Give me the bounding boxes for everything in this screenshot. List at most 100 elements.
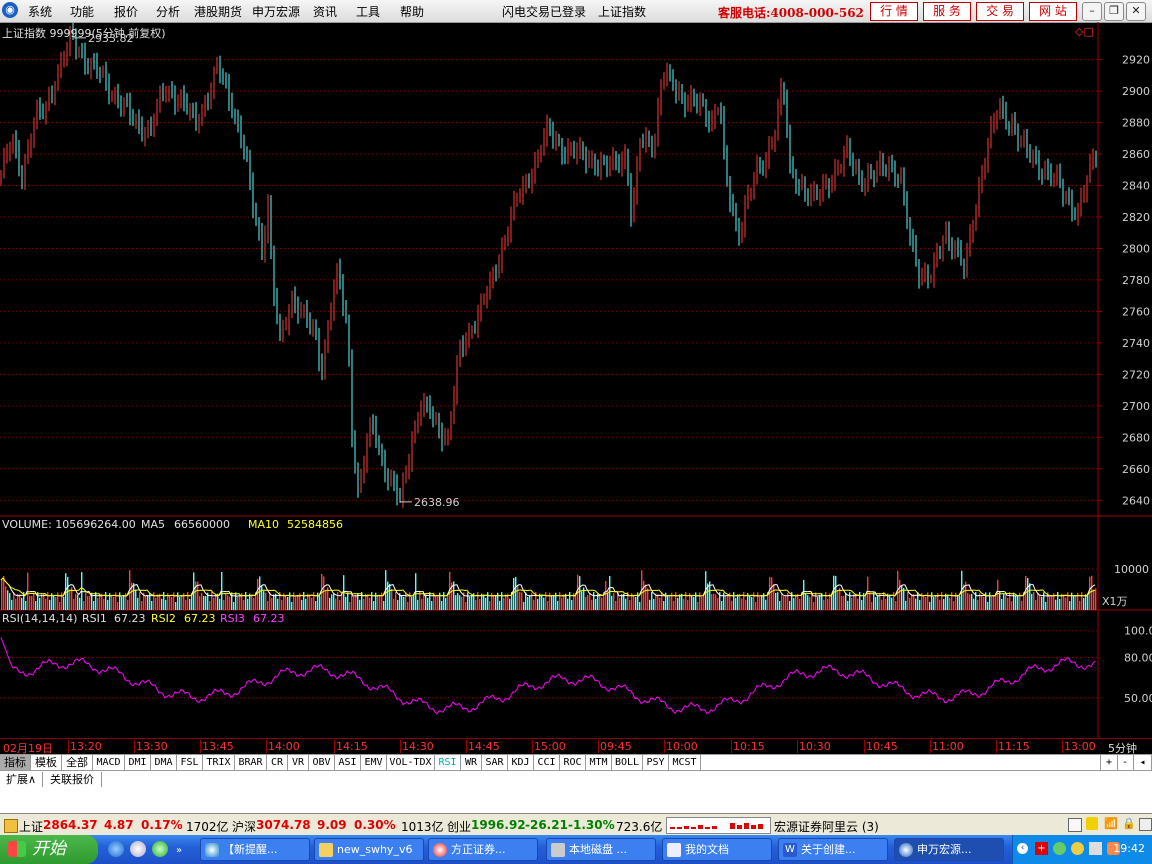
menu-tools[interactable]: 工具 xyxy=(356,3,380,20)
tray-volume-icon[interactable] xyxy=(1089,842,1102,855)
minimize-icon[interactable]: – xyxy=(1082,2,1102,21)
tab-cci[interactable]: CCI xyxy=(534,755,560,770)
menu-help[interactable]: 帮助 xyxy=(400,3,424,20)
chrome-icon[interactable] xyxy=(130,841,146,857)
tab-vr[interactable]: VR xyxy=(288,755,309,770)
ie-icon[interactable] xyxy=(108,841,124,857)
tab-kdj[interactable]: KDJ xyxy=(508,755,534,770)
volume-bar xyxy=(765,599,767,610)
corner-icons[interactable]: ◇□ xyxy=(1075,25,1094,38)
start-button[interactable]: 开始 xyxy=(0,835,98,864)
volume-bar xyxy=(861,599,863,610)
tab-emv[interactable]: EMV xyxy=(361,755,387,770)
menu-function[interactable]: 功能 xyxy=(70,3,94,20)
panel-toggle-icon[interactable] xyxy=(1068,818,1082,832)
volume-bar xyxy=(1007,597,1009,610)
zoom-out-button[interactable]: - xyxy=(1117,755,1134,770)
volume-bar xyxy=(489,600,491,610)
price-tick-label: 2740 xyxy=(1122,337,1150,350)
tray-network-icon[interactable] xyxy=(1053,842,1066,855)
volume-bar xyxy=(1095,588,1097,610)
volume-bar xyxy=(947,594,949,610)
volume-bar xyxy=(213,597,215,610)
tab-psy[interactable]: PSY xyxy=(643,755,669,770)
tab-template[interactable]: 模板 xyxy=(31,755,62,770)
tray-app-icon[interactable]: + xyxy=(1035,842,1048,855)
trade-button[interactable]: 交 易 xyxy=(976,2,1024,21)
volume-bar xyxy=(501,592,503,610)
volume-bar xyxy=(923,595,925,610)
task-my-documents[interactable]: 我的文档 xyxy=(662,838,772,861)
lock-icon[interactable]: 🔒 xyxy=(1122,817,1136,830)
tab-macd[interactable]: MACD xyxy=(93,755,125,770)
tray-expand-icon[interactable]: ‹ xyxy=(1017,843,1028,854)
volume-bar xyxy=(363,598,365,610)
app-logo-icon[interactable]: ◉ xyxy=(2,2,18,18)
volume-bar xyxy=(691,595,693,610)
tab-roc[interactable]: ROC xyxy=(560,755,586,770)
volume-bar xyxy=(1033,592,1035,610)
tab-cr[interactable]: CR xyxy=(267,755,288,770)
volume-bar xyxy=(33,592,35,610)
sh-pct: 0.17% xyxy=(141,818,183,832)
browser-icon[interactable] xyxy=(152,841,168,857)
task-reminder[interactable]: 【新提醒... xyxy=(200,838,310,861)
task-local-disk[interactable]: 本地磁盘 ... xyxy=(546,838,656,861)
volume-bar xyxy=(483,594,485,610)
tab-trix[interactable]: TRIX xyxy=(203,755,235,770)
tab-vol-tdx[interactable]: VOL-TDX xyxy=(387,755,435,770)
documents-icon xyxy=(667,843,681,857)
chart-svg[interactable]: 2933.822638.96 2640266026802700272027402… xyxy=(0,22,1152,738)
tab-dma[interactable]: DMA xyxy=(151,755,177,770)
chart-area[interactable]: 2933.82 2638.96 2640 2660 2680 2700 2720 2740 2… xyxy=(0,22,1152,738)
tab-boll[interactable]: BOLL xyxy=(612,755,643,770)
tab-all[interactable]: 全部 xyxy=(62,755,93,770)
volume-bar xyxy=(235,592,237,610)
volume-bar xyxy=(1059,598,1061,610)
service-button[interactable]: 服 务 xyxy=(923,2,971,21)
task-folder-swhy[interactable]: new_swhy_v6 xyxy=(314,838,424,861)
related-quote-tab[interactable]: 关联报价 xyxy=(43,772,102,787)
time-axis-label: 15:00 xyxy=(532,740,566,753)
volume-bar xyxy=(591,599,593,610)
tab-mtm[interactable]: MTM xyxy=(586,755,612,770)
volume-bar xyxy=(751,596,753,610)
tab-obv[interactable]: OBV xyxy=(309,755,335,770)
tab-mcst[interactable]: MCST xyxy=(669,755,701,770)
task-swhy[interactable]: 申万宏源... xyxy=(894,838,1004,861)
expand-tab[interactable]: 扩展∧ xyxy=(0,772,43,787)
menu-swhy[interactable]: 申万宏源 xyxy=(252,3,300,20)
menu-analysis[interactable]: 分析 xyxy=(156,3,180,20)
scroll-right-icon[interactable]: ◂ xyxy=(1134,755,1152,770)
tray-security-icon[interactable] xyxy=(1071,842,1084,855)
menu-hk-futures[interactable]: 港股期货 xyxy=(194,3,242,20)
volume-bar xyxy=(877,595,879,610)
tab-indicator[interactable]: 指标 xyxy=(0,755,31,770)
restore-icon[interactable]: ❐ xyxy=(1104,2,1124,21)
volume-bar xyxy=(367,594,369,610)
tab-rsi[interactable]: RSI xyxy=(435,755,461,770)
menu-news[interactable]: 资讯 xyxy=(313,3,337,20)
tab-brar[interactable]: BRAR xyxy=(235,755,267,770)
tab-asi[interactable]: ASI xyxy=(335,755,361,770)
task-word[interactable]: W 关于创建... xyxy=(778,838,888,861)
close-icon[interactable]: ✕ xyxy=(1126,2,1146,21)
bell-icon[interactable] xyxy=(1086,817,1098,830)
tab-sar[interactable]: SAR xyxy=(482,755,508,770)
menu-system[interactable]: 系统 xyxy=(28,3,52,20)
task-founder[interactable]: 方正证券... xyxy=(428,838,538,861)
zoom-in-button[interactable]: + xyxy=(1100,755,1118,770)
volume-bar xyxy=(1011,601,1013,610)
volume-bar xyxy=(443,592,445,610)
menu-quote[interactable]: 报价 xyxy=(114,3,138,20)
volume-bar xyxy=(105,592,107,610)
tab-dmi[interactable]: DMI xyxy=(125,755,151,770)
tab-wr[interactable]: WR xyxy=(461,755,482,770)
volume-bar xyxy=(273,594,275,610)
quote-button[interactable]: 行 情 xyxy=(870,2,918,21)
settings-icon[interactable] xyxy=(1139,818,1152,831)
tab-fsl[interactable]: FSL xyxy=(177,755,203,770)
expand-quicklaunch-icon[interactable]: » xyxy=(176,845,186,861)
website-button[interactable]: 网 站 xyxy=(1029,2,1077,21)
folder-icon[interactable] xyxy=(4,819,18,833)
